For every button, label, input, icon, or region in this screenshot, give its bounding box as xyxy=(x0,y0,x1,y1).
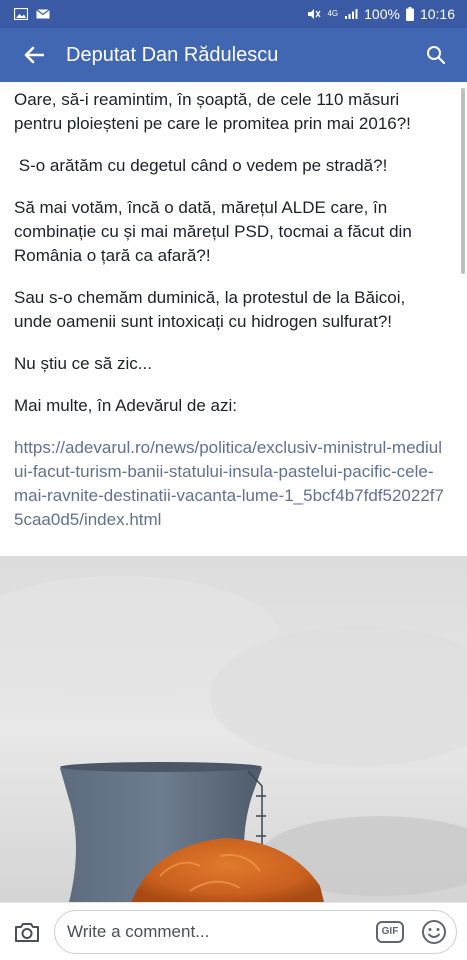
system-status: 4G 100% 10:16 xyxy=(307,6,455,22)
status-bar: 4G 100% 10:16 xyxy=(0,0,467,28)
camera-button[interactable] xyxy=(10,915,44,949)
emoji-icon xyxy=(422,919,446,944)
post-paragraph: Oare, să-i reamintim, în șoaptă, de cele… xyxy=(14,90,411,133)
post-paragraph: Nu știu ce să zic... xyxy=(14,354,152,373)
clock: 10:16 xyxy=(419,6,455,22)
search-icon xyxy=(427,46,446,65)
comment-bar: Write a comment... GIF xyxy=(0,902,467,960)
cooling-tower-photo xyxy=(0,556,467,902)
post-content[interactable]: Oare, să-i reamintim, în șoaptă, de cele… xyxy=(0,82,467,902)
mute-icon xyxy=(308,9,322,19)
back-arrow-icon xyxy=(24,46,44,64)
post-paragraph: Sau s-o chemăm duminică, la protestul de… xyxy=(14,288,406,331)
back-button[interactable] xyxy=(20,41,48,69)
page-title: Deputat Dan Rădulescu xyxy=(66,43,279,66)
gif-icon: GIF xyxy=(381,926,399,937)
post-paragraph: Să mai votăm, încă o dată, mărețul ALDE … xyxy=(14,198,412,265)
comment-placeholder: Write a comment... xyxy=(67,921,210,941)
camera-icon xyxy=(15,922,39,942)
mail-notification-icon xyxy=(36,9,50,19)
post-photo[interactable] xyxy=(0,556,467,902)
article-link[interactable]: https://adevarul.ro/news/politica/exclus… xyxy=(14,438,444,529)
battery-icon xyxy=(405,7,414,21)
post-text: Oare, să-i reamintim, în șoaptă, de cele… xyxy=(0,82,467,532)
comment-input[interactable]: Write a comment... GIF xyxy=(54,909,457,954)
signal-icon xyxy=(345,9,358,19)
battery-percent: 100% xyxy=(364,6,400,22)
gif-button[interactable]: GIF xyxy=(376,920,404,943)
network-type: 4G xyxy=(327,9,339,18)
app-bar: Deputat Dan Rădulescu xyxy=(0,28,467,82)
notification-icons xyxy=(14,8,50,20)
image-notification-icon xyxy=(14,8,28,20)
scrollbar[interactable] xyxy=(461,88,465,274)
search-button[interactable] xyxy=(421,40,451,70)
post-paragraph: S-o arătăm cu degetul când o vedem pe st… xyxy=(14,156,388,175)
emoji-button[interactable] xyxy=(420,918,448,946)
post-paragraph: Mai multe, în Adevărul de azi: xyxy=(14,396,238,415)
